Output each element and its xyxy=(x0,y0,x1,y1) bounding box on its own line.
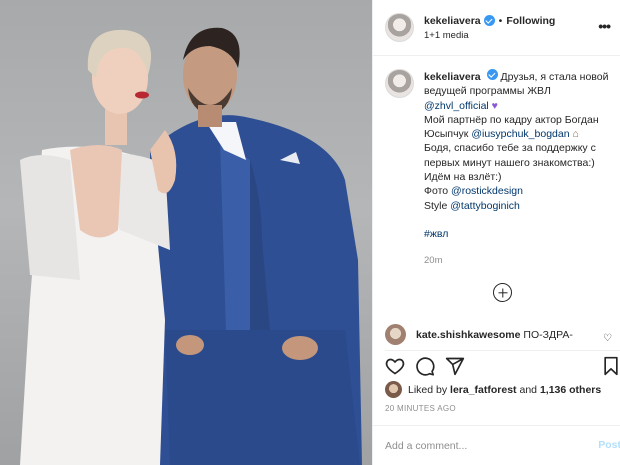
separator-dot: • xyxy=(498,14,503,27)
caption-text-1: Друзья, я стала новой xyxy=(500,71,609,83)
likes-summary: Liked by lera_fatforest and 1,136 others xyxy=(385,381,601,398)
caption: kekeliavera Друзья, я стала новой ведуще… xyxy=(385,69,617,269)
likes-others-link[interactable]: 1,136 others xyxy=(540,384,601,396)
comment-icon[interactable] xyxy=(415,356,435,376)
post-comment-button[interactable]: Post xyxy=(598,439,620,451)
caption-line-style: Style @tattyboginich xyxy=(424,199,614,213)
caption-text-6: первых минут нашего знакомства:) xyxy=(424,156,595,169)
photo-label: Фото xyxy=(424,185,449,198)
author-username[interactable]: kekeliavera xyxy=(424,15,481,27)
comment-like-icon[interactable]: ♡ xyxy=(603,333,612,344)
author-avatar[interactable] xyxy=(385,13,414,42)
caption-text-7: Идём на взлёт:) xyxy=(424,171,502,184)
mention-style[interactable]: @tattyboginich xyxy=(450,200,520,212)
caption-text-4: Юсыпчук xyxy=(424,128,469,141)
verified-badge-icon xyxy=(483,15,495,26)
add-comment-bar: Post xyxy=(373,425,620,465)
mention-bogdan[interactable]: @iusypchuk_bogdan xyxy=(471,128,569,140)
caption-avatar[interactable] xyxy=(385,69,414,98)
share-icon[interactable] xyxy=(445,356,465,376)
emoji-icon: ⌂ xyxy=(572,128,579,141)
post-header: kekeliavera • Following 1+1 media ••• xyxy=(373,0,620,56)
liker-avatar[interactable] xyxy=(385,381,402,398)
media-count: 1+1 media xyxy=(424,29,469,41)
caption-body: kekeliavera Друзья, я стала новой ведуще… xyxy=(424,69,614,269)
verified-badge-icon xyxy=(486,69,498,80)
heart-icon[interactable] xyxy=(385,356,405,376)
hashtag-link[interactable]: #жвл xyxy=(424,227,614,241)
post-photo-illustration xyxy=(20,27,362,465)
likes-prefix: Liked by xyxy=(408,383,448,396)
caption-line-4: Юсыпчук @iusypchuk_bogdan ⌂ xyxy=(424,127,614,141)
comment-text: ПО-ЗДРА- xyxy=(523,328,573,341)
post-photo[interactable] xyxy=(0,0,372,465)
mention-photo[interactable]: @rostickdesign xyxy=(451,185,523,197)
follow-button[interactable]: Following xyxy=(506,15,555,27)
caption-text-3: Мой партнёр по кадру актор Богдан xyxy=(424,113,599,126)
author-info: kekeliavera • Following 1+1 media xyxy=(424,15,555,41)
commenter-username[interactable]: kate.shishkawesome xyxy=(416,329,520,341)
comment-text-row: kate.shishkawesome ПО-ЗДРА- xyxy=(416,329,573,341)
caption-line-1: kekeliavera Друзья, я стала новой xyxy=(424,69,614,84)
style-label: Style xyxy=(424,199,448,212)
caption-line-3: @zhvl_official ♥ xyxy=(424,99,614,113)
caption-age: 20m xyxy=(424,255,443,267)
post-details-panel: kekeliavera • Following 1+1 media ••• ke… xyxy=(372,0,620,465)
caption-text-2: ведущей программы ЖВЛ xyxy=(424,85,551,98)
more-options-icon[interactable]: ••• xyxy=(598,18,611,34)
add-circle-icon[interactable] xyxy=(493,283,512,302)
liker-username[interactable]: lera_fatforest xyxy=(450,384,517,396)
bookmark-icon[interactable] xyxy=(601,356,620,376)
comment-input[interactable] xyxy=(385,439,585,452)
caption-username[interactable]: kekeliavera xyxy=(424,71,481,83)
caption-line-photo: Фото @rostickdesign xyxy=(424,184,614,198)
caption-text-5: Бодя, спасибо тебе за поддержку с xyxy=(424,142,596,155)
commenter-avatar[interactable] xyxy=(385,324,406,345)
likes-conjunction: and xyxy=(519,383,538,396)
mention-zhvl[interactable]: @zhvl_official xyxy=(424,100,489,112)
comment-item: kate.shishkawesome ПО-ЗДРА- xyxy=(385,324,573,345)
purple-heart-emoji: ♥ xyxy=(491,99,498,112)
action-bar xyxy=(385,350,620,380)
author-row: kekeliavera • Following xyxy=(424,15,555,27)
post-timestamp[interactable]: 20 MINUTES AGO xyxy=(385,404,456,413)
